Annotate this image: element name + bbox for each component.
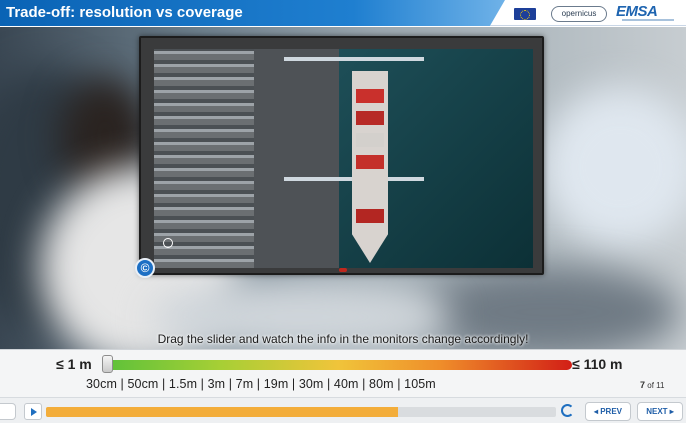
slider-min-label: ≤ 1 m xyxy=(56,356,92,372)
resolution-slider-panel: ≤ 1 m ≤ 110 m 30cm | 50cm | 1.5m | 3m | … xyxy=(0,349,686,397)
next-button[interactable]: NEXT ▸ xyxy=(637,402,683,421)
replay-icon[interactable] xyxy=(561,404,574,417)
copernicus-logo: opernicus xyxy=(551,6,607,22)
instruction-text: Drag the slider and watch the info in th… xyxy=(157,332,529,346)
slider-track[interactable] xyxy=(104,360,572,370)
satellite-image xyxy=(154,49,533,268)
quay-area xyxy=(254,49,349,268)
eu-flag-icon xyxy=(514,8,536,20)
page-total: of 11 xyxy=(647,381,665,390)
slider-tick-labels: 30cm | 50cm | 1.5m | 3m | 7m | 19m | 30m… xyxy=(86,377,436,391)
emsa-logo-underline xyxy=(622,19,674,21)
header-bar: Trade-off: resolution vs coverage operni… xyxy=(0,0,686,26)
ship-cargo xyxy=(356,133,384,147)
play-button[interactable] xyxy=(24,403,42,420)
player-controls: ◂ PREV NEXT ▸ xyxy=(0,397,686,423)
crane xyxy=(284,57,424,61)
page-title: Trade-off: resolution vs coverage xyxy=(6,4,243,21)
copyright-icon[interactable]: © xyxy=(135,258,155,278)
scene-blur xyxy=(540,87,686,247)
emsa-logo: EMSA xyxy=(616,3,658,20)
zoom-icon[interactable] xyxy=(163,238,173,248)
ship-cargo xyxy=(356,155,384,169)
slider-max-label: ≤ 110 m xyxy=(572,356,623,372)
ship-cargo xyxy=(356,209,384,223)
page-counter: 7 of 11 xyxy=(640,380,664,390)
monitor-power-led xyxy=(339,268,347,272)
progress-bar[interactable] xyxy=(46,407,556,417)
monitor xyxy=(139,36,544,275)
page-current: 7 xyxy=(640,380,646,390)
menu-toggle-button[interactable] xyxy=(0,403,16,420)
slider-thumb[interactable] xyxy=(102,355,113,373)
progress-fill xyxy=(46,407,398,417)
ship-cargo xyxy=(356,111,384,125)
ship-cargo xyxy=(356,89,384,103)
prev-button[interactable]: ◂ PREV xyxy=(585,402,631,421)
